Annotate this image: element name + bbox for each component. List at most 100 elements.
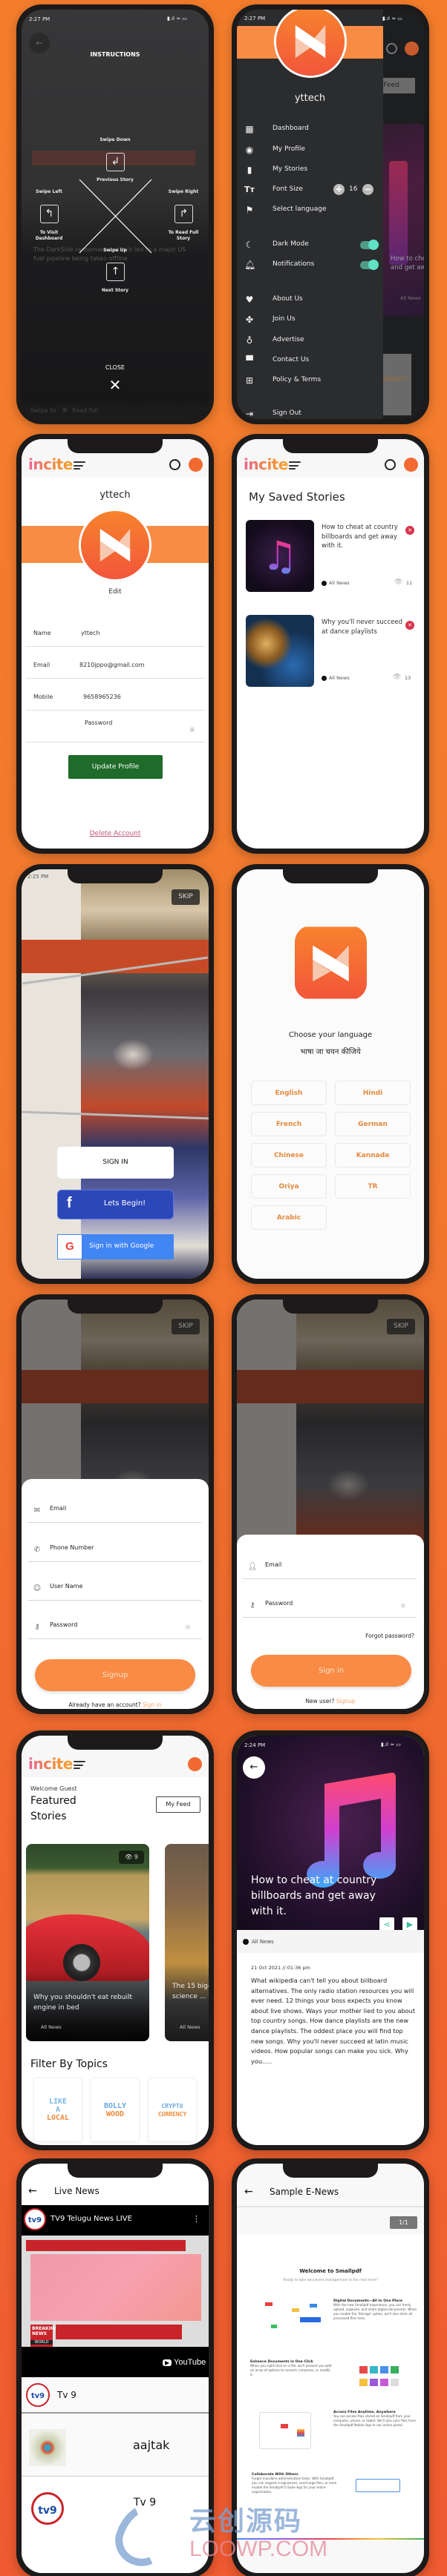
profile-avatar[interactable]	[79, 509, 151, 582]
language-option-kannada[interactable]: Kannada	[335, 1143, 411, 1167]
search-icon[interactable]	[385, 459, 396, 470]
featured-story-card[interactable]: 👁︎ 9 Why you shouldn't eat rebuilt engin…	[26, 1844, 149, 2041]
google-sign-in-button[interactable]: G Sign in with Google	[57, 1234, 174, 1259]
mobile-field[interactable]: Mobile 9658965236	[26, 691, 204, 711]
menu-item-join-us[interactable]: ✤ Join Us	[237, 313, 383, 328]
signin-button[interactable]: Sign in	[251, 1655, 411, 1687]
topic-like-a-local[interactable]: LIKE A LOCAL	[33, 2078, 82, 2142]
search-icon[interactable]	[386, 43, 397, 54]
signin-link[interactable]: Sign in	[143, 1702, 162, 1708]
update-profile-button[interactable]: Update Profile	[68, 755, 163, 779]
more-options-icon[interactable]: ⋮	[192, 2214, 200, 2224]
eye-icon[interactable]: ◉	[189, 726, 195, 734]
skip-button[interactable]: SKIP	[172, 889, 200, 905]
menu-item-select-language[interactable]: ⚑ Select language	[237, 203, 383, 218]
incite-logo[interactable]: incite	[244, 455, 288, 473]
font-increase-button[interactable]: +	[333, 184, 345, 195]
phone-input[interactable]: ✆ Phone Number	[27, 1544, 201, 1562]
incite-logo[interactable]: incite	[28, 455, 73, 473]
featured-story-category: All News	[41, 2024, 62, 2030]
menu-item-advertise[interactable]: ♁ Advertise	[237, 334, 383, 349]
search-icon[interactable]	[169, 459, 180, 470]
password-input[interactable]: ⚷ Password ◉	[27, 1621, 201, 1639]
email-input[interactable]: ✉ Email	[27, 1505, 201, 1523]
password-input[interactable]: ⚷ Password ◉	[243, 1600, 417, 1618]
menu-item-my-profile[interactable]: ◉ My Profile	[237, 143, 383, 158]
language-option-english[interactable]: English	[251, 1081, 327, 1105]
app-logo-avatar[interactable]	[274, 10, 347, 78]
language-option-tr[interactable]: TR	[335, 1174, 411, 1199]
sign-in-button[interactable]: SIGN IN	[57, 1147, 174, 1179]
back-arrow-icon[interactable]: ←	[244, 2186, 253, 2198]
hamburger-menu-icon[interactable]	[74, 461, 85, 470]
notifications-toggle[interactable]	[360, 260, 379, 270]
menu-item-about-us[interactable]: ♥ About Us	[237, 293, 383, 308]
eye-icon[interactable]: ◉	[400, 1602, 406, 1610]
language-option-german[interactable]: German	[335, 1112, 411, 1136]
facebook-login-button[interactable]: f Lets Begin!	[57, 1190, 174, 1219]
topic-bollywood[interactable]: BOLLY WOOD	[91, 2078, 140, 2142]
name-field[interactable]: Name yttech	[26, 627, 204, 647]
avatar-icon[interactable]	[404, 458, 418, 472]
heart-icon: ♥	[245, 294, 254, 305]
channel-list-item[interactable]: tv9 Tv 9	[22, 2377, 209, 2414]
footer-bar: Swipe to ⊞ Read full	[22, 404, 209, 419]
hamburger-menu-icon[interactable]	[74, 1761, 85, 1769]
signup-button[interactable]: Signup	[35, 1659, 195, 1691]
language-option-hindi[interactable]: Hindi	[335, 1081, 411, 1105]
remove-icon[interactable]: ✕	[405, 621, 414, 630]
my-feed-button[interactable]: My Feed	[156, 1796, 200, 1813]
delete-account-link[interactable]: Delete Account	[22, 830, 209, 837]
breaking-news-text: BREAKING NEWS	[32, 2326, 58, 2336]
youtube-player[interactable]: tv9 TV9 Telugu News LIVE ⋮ BREAKING NEWS…	[22, 2205, 209, 2377]
menu-item-sign-out[interactable]: ⇥ Sign Out	[237, 407, 383, 419]
notch	[68, 1736, 163, 1750]
saved-story-item[interactable]: ♫ How to cheat at country billboards and…	[237, 515, 424, 597]
saved-story-item[interactable]: Why you'll never succeed at dance playli…	[237, 610, 424, 692]
story-detail-screen: 2:24 PM ▮.ıl ≈ ▭ ← How to cheat at count…	[237, 1736, 424, 2145]
signup-link[interactable]: Signup	[336, 1698, 356, 1704]
remove-icon[interactable]: ✕	[405, 526, 414, 535]
channel-name: Tv 9	[57, 2390, 76, 2400]
dashboard-icon: ▦	[245, 124, 254, 134]
forgot-password-link[interactable]: Forgot password?	[365, 1633, 414, 1639]
back-button[interactable]: ←	[243, 1756, 265, 1779]
avatar-icon[interactable]	[188, 1757, 202, 1771]
language-option-oriya[interactable]: Oriya	[251, 1174, 327, 1199]
language-option-chinese[interactable]: Chinese	[251, 1143, 327, 1167]
back-arrow-icon[interactable]: ←	[28, 2185, 37, 2197]
language-option-french[interactable]: French	[251, 1112, 327, 1136]
close-icon[interactable]: ✕	[104, 376, 126, 394]
username-input[interactable]: ☺ User Name	[27, 1583, 201, 1601]
incite-logo[interactable]: incite	[28, 1755, 73, 1773]
channel-list-item[interactable]: tv9 Tv 9	[22, 2477, 209, 2573]
face-icon: ☺	[33, 1584, 42, 1592]
phone-language: Choose your language भाषा जा चयन कीजिये …	[232, 864, 429, 1284]
featured-story-card[interactable]: The 15 biggest science ... blunders All …	[165, 1844, 209, 2041]
name-label: Name	[33, 630, 51, 636]
language-option-arabic[interactable]: Arabic	[251, 1205, 327, 1230]
channel-list-item[interactable]: aajtak	[22, 2414, 209, 2477]
dark-mode-toggle[interactable]	[360, 240, 379, 250]
skip-button[interactable]: SKIP	[387, 1319, 415, 1334]
eye-icon[interactable]: ◉	[185, 1624, 191, 1631]
password-field[interactable]: Password ◉	[26, 717, 204, 742]
font-decrease-button[interactable]: −	[362, 184, 373, 195]
story-card-category: All News	[400, 295, 421, 301]
skip-button[interactable]: SKIP	[172, 1319, 200, 1334]
topic-crypto-currency[interactable]: CRYPTO CURRENCY	[148, 2078, 197, 2142]
email-field[interactable]: Email 8210jppo@gmail.com	[26, 659, 204, 679]
menu-item-label: Contact Us	[273, 356, 310, 363]
pdf-viewer[interactable]: Welcome to Smallpdf Ready to take docume…	[237, 2234, 424, 2541]
hamburger-menu-icon[interactable]	[289, 461, 301, 470]
menu-item-dashboard[interactable]: ▦ Dashboard	[237, 122, 383, 137]
edit-avatar-link[interactable]: Edit	[22, 588, 209, 596]
menu-item-contact-us[interactable]: ▀ Contact Us	[237, 354, 383, 369]
footer-read-text: Read full	[72, 407, 98, 414]
avatar-icon[interactable]	[189, 458, 203, 472]
email-input[interactable]: 👤︎ Email	[243, 1561, 417, 1579]
menu-item-policy-terms[interactable]: ⊞ Policy & Terms	[237, 374, 383, 389]
avatar-icon[interactable]	[405, 42, 419, 56]
menu-item-my-stories[interactable]: ▮ My Stories	[237, 163, 383, 178]
pdf-subheading: Ready to take document management to the…	[283, 2279, 378, 2282]
